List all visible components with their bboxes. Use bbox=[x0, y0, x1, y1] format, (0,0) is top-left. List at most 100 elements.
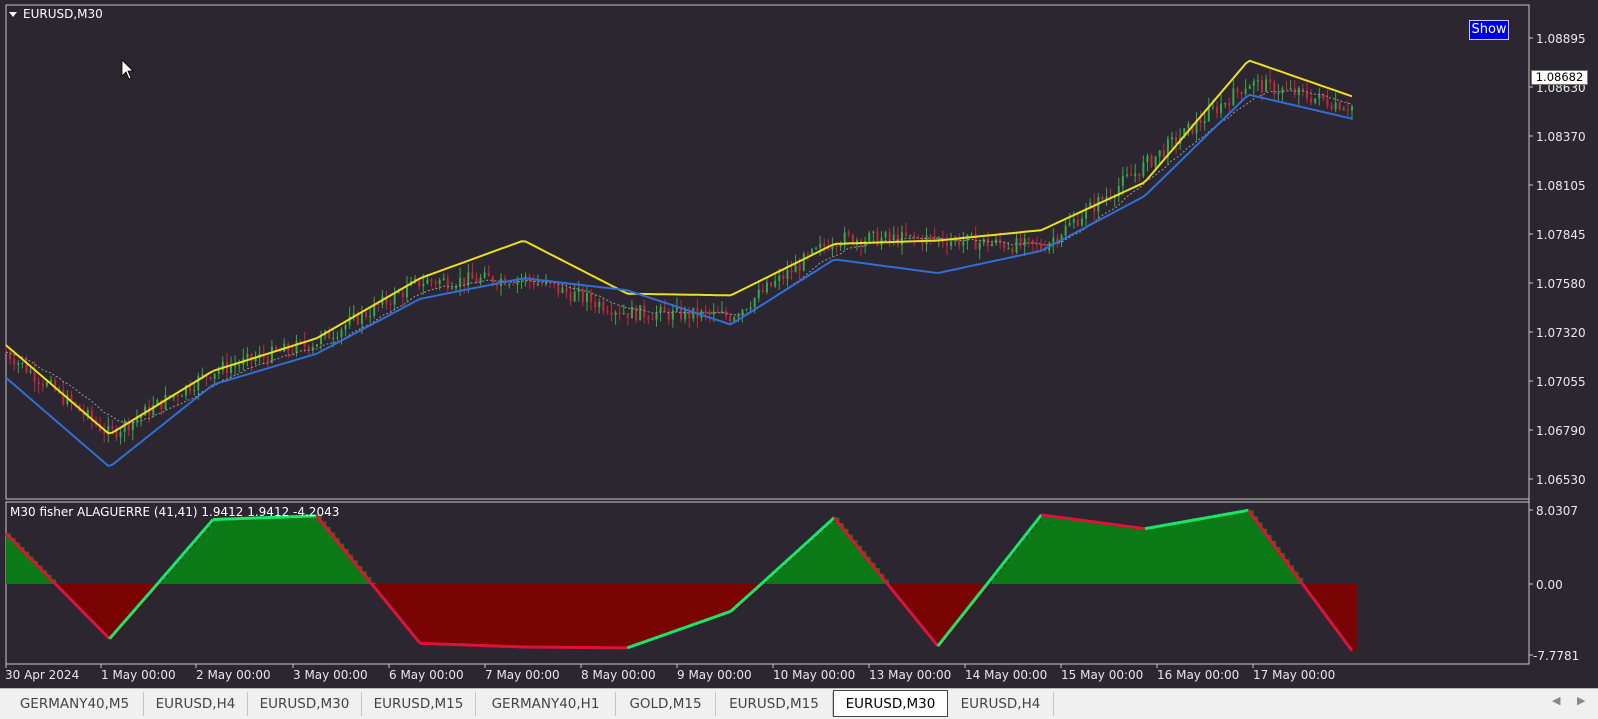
fisher-line-segment bbox=[72, 601, 80, 608]
fisher-bar bbox=[487, 584, 493, 646]
chevron-down-icon[interactable] bbox=[9, 12, 17, 17]
fisher-bar bbox=[775, 570, 781, 584]
candle-body bbox=[569, 292, 572, 302]
fisher-bar bbox=[843, 528, 849, 584]
fisher-line-segment bbox=[626, 644, 633, 650]
scroll-left-icon[interactable]: ◀ bbox=[1552, 694, 1560, 707]
candle-body bbox=[1248, 86, 1251, 89]
candle-body bbox=[1273, 82, 1276, 95]
fisher-bar bbox=[1216, 515, 1223, 584]
fisher-bar bbox=[1225, 514, 1232, 584]
fisher-bar bbox=[1117, 525, 1124, 584]
fisher-line-segment bbox=[707, 616, 714, 621]
price-tick: 1.06530 bbox=[1536, 473, 1586, 487]
fisher-bar bbox=[222, 519, 228, 584]
candle-body bbox=[1265, 79, 1268, 92]
candle-body bbox=[635, 307, 638, 321]
time-axis: 30 Apr 2024 1 May 00:00 2 May 00:00 3 Ma… bbox=[5, 664, 1335, 682]
fisher-bar bbox=[501, 584, 507, 647]
fisher-line-segment bbox=[1035, 513, 1043, 522]
fisher-bar bbox=[190, 545, 196, 584]
candle-body bbox=[1080, 218, 1083, 226]
fisher-line-segment bbox=[671, 629, 678, 634]
candle-body bbox=[757, 289, 760, 298]
price-tick: 1.07845 bbox=[1536, 228, 1586, 242]
candle-body bbox=[1211, 107, 1214, 109]
fisher-bar bbox=[1234, 512, 1241, 584]
fisher-bar bbox=[406, 584, 412, 627]
price-chart[interactable]: 1.08895 1.08630 1.08370 1.08105 1.07845 … bbox=[0, 0, 1598, 688]
candle-body bbox=[50, 380, 53, 382]
candle-body bbox=[1019, 238, 1022, 247]
tab-gold-m15[interactable]: GOLD,M15 bbox=[616, 692, 716, 716]
candle-body bbox=[508, 284, 511, 286]
tab-germany40-m5[interactable]: GERMANY40,M5 bbox=[6, 692, 144, 716]
tab-germany40-h1[interactable]: GERMANY40,H1 bbox=[476, 692, 616, 716]
tab-eurusd-m30[interactable]: EURUSD,M30 bbox=[248, 692, 362, 716]
fisher-bar bbox=[699, 584, 705, 623]
candle-body bbox=[197, 376, 200, 391]
tab-eurusd-h4-2[interactable]: EURUSD,H4 bbox=[948, 692, 1054, 716]
fisher-bar bbox=[429, 584, 435, 644]
fisher-line-segment bbox=[1072, 517, 1078, 522]
fisher-bar bbox=[1009, 554, 1015, 584]
fisher-bar bbox=[208, 524, 214, 584]
fisher-line-segment bbox=[1185, 519, 1191, 523]
candle-body bbox=[397, 292, 400, 294]
candle-body bbox=[471, 272, 474, 279]
fisher-line-segment bbox=[1068, 517, 1074, 521]
candle-body bbox=[1228, 103, 1231, 106]
fisher-bar bbox=[523, 584, 529, 647]
tab-eurusd-h4[interactable]: EURUSD,H4 bbox=[144, 692, 248, 716]
candle-body bbox=[712, 311, 715, 315]
fisher-line-segment bbox=[995, 565, 1003, 574]
candle-body bbox=[945, 242, 948, 246]
candle-body bbox=[1170, 137, 1173, 140]
candle-body bbox=[823, 243, 826, 247]
fisher-bar bbox=[1194, 519, 1200, 584]
fisher-bar bbox=[96, 584, 102, 626]
fisher-line-segment bbox=[1008, 548, 1016, 556]
fisher-line-segment bbox=[99, 628, 107, 636]
time-label: 2 May 00:00 bbox=[196, 668, 271, 682]
tab-eurusd-m30-active[interactable]: EURUSD,M30 bbox=[833, 690, 948, 717]
candle-body bbox=[610, 312, 613, 316]
candle-body bbox=[729, 316, 732, 322]
fisher-bar bbox=[1135, 527, 1142, 584]
fisher-line-segment bbox=[653, 635, 660, 640]
candle-body bbox=[291, 351, 294, 353]
fisher-line-segment bbox=[63, 592, 71, 599]
fisher-bar bbox=[1036, 520, 1042, 584]
fisher-line-segment bbox=[909, 611, 917, 620]
candle-body bbox=[761, 289, 764, 293]
candle-body bbox=[442, 278, 445, 280]
fisher-bar bbox=[996, 572, 1002, 584]
indicator-tick: 8.0307 bbox=[1536, 504, 1578, 518]
show-button[interactable]: Show bbox=[1469, 20, 1509, 40]
fisher-line-segment bbox=[725, 609, 732, 615]
chart-window[interactable]: 1.08895 1.08630 1.08370 1.08105 1.07845 … bbox=[0, 0, 1598, 688]
fisher-line-segment bbox=[1301, 582, 1309, 591]
fisher-bar bbox=[69, 584, 75, 598]
fisher-line-segment bbox=[1104, 521, 1110, 526]
candle-body bbox=[704, 310, 707, 313]
candle-body bbox=[741, 309, 744, 316]
candle-body bbox=[626, 313, 629, 319]
candle-body bbox=[606, 310, 609, 313]
scroll-right-icon[interactable]: ▶ bbox=[1577, 694, 1585, 707]
fisher-bar bbox=[528, 584, 534, 648]
fisher-bar bbox=[591, 584, 597, 648]
price-tick: 1.07320 bbox=[1536, 326, 1586, 340]
tab-eurusd-m15-2[interactable]: EURUSD,M15 bbox=[716, 692, 833, 716]
fisher-line-segment bbox=[765, 573, 773, 581]
fisher-bar bbox=[807, 542, 813, 584]
fisher-line-segment bbox=[1113, 523, 1119, 527]
fisher-bar bbox=[244, 518, 250, 584]
fisher-line-segment bbox=[162, 570, 170, 578]
tab-eurusd-m15[interactable]: EURUSD,M15 bbox=[362, 692, 476, 716]
fisher-bar bbox=[388, 584, 394, 605]
candle-body bbox=[573, 292, 576, 302]
fisher-bar bbox=[829, 521, 835, 584]
fisher-line-segment bbox=[1117, 523, 1123, 528]
fisher-line-segment bbox=[90, 619, 98, 627]
